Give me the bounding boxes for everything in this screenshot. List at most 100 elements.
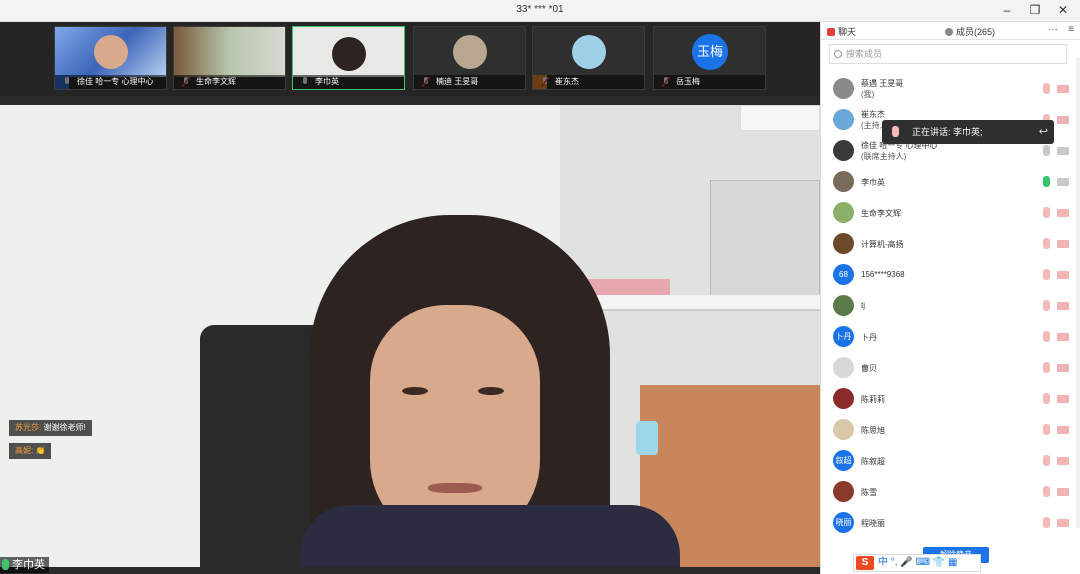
tab-chat[interactable]: 聊天 — [827, 25, 856, 38]
menu-icon[interactable]: ≡ — [1068, 24, 1074, 35]
tab-members-label: 成员(265) — [956, 27, 996, 37]
video-thumbnail[interactable]: 玉梅 岳玉梅 — [653, 26, 766, 90]
camera-off-icon[interactable] — [1057, 395, 1069, 403]
panel-tabs: 聊天 成员(265) ··· ≡ — [821, 22, 1080, 40]
video-thumbnail[interactable]: 徐佳 哈一专 心理中心 — [54, 26, 167, 90]
video-thumbnail-strip: 徐佳 哈一专 心理中心 生命李文辉 李巾英 楠迪 王旻哥 崔东杰 玉梅 岳玉梅 — [0, 22, 820, 96]
camera-off-icon[interactable] — [1057, 240, 1069, 248]
tab-members[interactable]: 成员(265) — [945, 25, 995, 38]
member-name: 156****9368 — [861, 270, 905, 279]
minimize-icon[interactable]: – — [998, 2, 1016, 18]
thumbnail-name: 岳玉梅 — [654, 75, 765, 89]
thumbnail-name: 崔东杰 — [533, 75, 644, 89]
chat-overlay-message: 苏光莎: 谢谢徐老师! — [9, 420, 92, 436]
microphone-muted-icon[interactable] — [1043, 269, 1050, 280]
video-thumbnail[interactable]: 崔东杰 — [532, 26, 645, 90]
video-area: 徐佳 哈一专 心理中心 生命李文辉 李巾英 楠迪 王旻哥 崔东杰 玉梅 岳玉梅 … — [0, 22, 820, 574]
video-thumbnail[interactable]: 楠迪 王旻哥 — [413, 26, 526, 90]
camera-off-icon[interactable] — [1057, 457, 1069, 465]
search-icon — [834, 50, 842, 58]
window-controls: – ❐ ✕ — [998, 2, 1072, 18]
camera-off-icon[interactable] — [1057, 488, 1069, 496]
camera-off-icon[interactable] — [1057, 147, 1069, 155]
member-row[interactable]: 李巾英 — [821, 167, 1080, 198]
microphone-muted-icon[interactable] — [1043, 517, 1050, 528]
member-name: 曹贝 — [861, 364, 877, 373]
member-row[interactable]: 晓丽 程晓丽 — [821, 508, 1080, 539]
close-icon[interactable]: ✕ — [1054, 2, 1072, 18]
member-name: 李巾英 — [861, 178, 885, 187]
camera-off-icon[interactable] — [1057, 519, 1069, 527]
microphone-muted-icon[interactable] — [1043, 300, 1050, 311]
microphone-muted-icon[interactable] — [1043, 424, 1050, 435]
member-row[interactable]: 68 156****9368 — [821, 260, 1080, 291]
more-icon[interactable]: ··· — [1048, 24, 1058, 35]
microphone-muted-icon[interactable] — [1043, 238, 1050, 249]
avatar: 叙超 — [833, 450, 854, 471]
camera-off-icon[interactable] — [1057, 178, 1069, 186]
camera-off-icon[interactable] — [1057, 116, 1069, 124]
thumbnail-name: 楠迪 王旻哥 — [414, 75, 525, 89]
member-row[interactable]: 卜丹 卜丹 — [821, 322, 1080, 353]
active-speaker-name: 李巾英 — [12, 559, 45, 571]
cabinet — [710, 180, 820, 300]
microphone-muted-icon[interactable] — [1043, 455, 1050, 466]
avatar — [833, 419, 854, 440]
sogou-logo-icon: S — [856, 556, 874, 570]
member-name: 程晓丽 — [861, 519, 885, 528]
avatar — [833, 233, 854, 254]
video-thumbnail[interactable]: 李巾英 — [292, 26, 405, 90]
member-name: 陈雪 — [861, 488, 877, 497]
member-row[interactable]: 计算机-高扬 — [821, 229, 1080, 260]
camera-off-icon[interactable] — [1057, 364, 1069, 372]
member-role: (我) — [861, 90, 875, 99]
member-row[interactable]: tj — [821, 291, 1080, 322]
speaking-now-text: 正在讲话: 李巾英; — [912, 127, 983, 137]
members-panel: 聊天 成员(265) ··· ≡ 搜索成员 蔡遇 王旻哥 (我) 崔东杰 (主持人) 徐… — [820, 22, 1080, 574]
member-search-input[interactable]: 搜索成员 — [829, 44, 1067, 64]
avatar — [833, 109, 854, 130]
microphone-muted-icon[interactable] — [1043, 362, 1050, 373]
member-row[interactable]: 陈雪 — [821, 477, 1080, 508]
microphone-muted-icon[interactable] — [1043, 393, 1050, 404]
bottle — [636, 421, 658, 455]
camera-off-icon[interactable] — [1057, 302, 1069, 310]
member-name: 陈思旭 — [861, 426, 885, 435]
microphone-muted-icon[interactable] — [1043, 486, 1050, 497]
ime-tools: 中 °, 🎤 ⌨ 👕 ▦ — [878, 557, 958, 568]
microphone-icon[interactable] — [1043, 176, 1050, 187]
video-thumbnail[interactable]: 生命李文辉 — [173, 26, 286, 90]
avatar — [833, 481, 854, 502]
avatar: 玉梅 — [692, 34, 728, 70]
microphone-muted-icon[interactable] — [1043, 207, 1050, 218]
camera-off-icon[interactable] — [1057, 85, 1069, 93]
avatar: 晓丽 — [833, 512, 854, 533]
thumbnail-name: 李巾英 — [293, 75, 404, 89]
microphone-muted-icon[interactable] — [1043, 331, 1050, 342]
scrollbar[interactable] — [1076, 58, 1080, 528]
camera-off-icon[interactable] — [1057, 271, 1069, 279]
camera-off-icon[interactable] — [1057, 426, 1069, 434]
member-row[interactable]: 叙超 陈叙超 — [821, 446, 1080, 477]
search-placeholder: 搜索成员 — [846, 49, 883, 59]
speaker-shoulders — [300, 505, 680, 567]
member-row[interactable]: 陈莉莉 — [821, 384, 1080, 415]
avatar — [453, 35, 487, 69]
speaking-now-popup: 正在讲话: 李巾英; ↩ — [882, 120, 1054, 144]
microphone-muted-icon[interactable] — [1043, 145, 1050, 156]
camera-off-icon[interactable] — [1057, 209, 1069, 217]
member-row[interactable]: 陈思旭 — [821, 415, 1080, 446]
restore-icon[interactable]: ❐ — [1026, 2, 1044, 18]
input-method-toolbar[interactable]: S 中 °, 🎤 ⌨ 👕 ▦ — [853, 554, 981, 572]
camera-off-icon[interactable] — [1057, 333, 1069, 341]
active-speaker-label: 李巾英 — [0, 557, 49, 573]
member-row[interactable]: 曹贝 — [821, 353, 1080, 384]
member-name: 计算机-高扬 — [861, 240, 904, 249]
member-row[interactable]: 生命李文辉 — [821, 198, 1080, 229]
member-role: (联席主持人) — [861, 152, 907, 161]
collapse-icon[interactable]: ↩ — [1039, 120, 1048, 144]
books — [586, 279, 670, 295]
chat-overlay-message: 高妮: 👏 — [9, 443, 52, 459]
member-row[interactable]: 蔡遇 王旻哥 (我) — [821, 74, 1080, 105]
microphone-muted-icon[interactable] — [1043, 83, 1050, 94]
